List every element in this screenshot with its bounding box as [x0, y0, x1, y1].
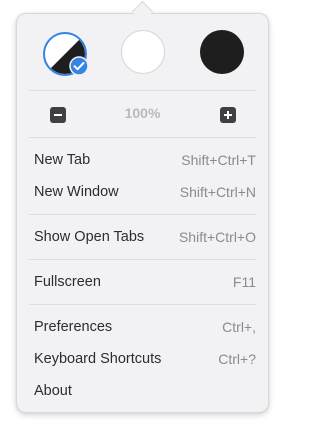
- menu-item-label: Keyboard Shortcuts: [34, 351, 162, 367]
- menu-item-shortcut: Ctrl+,: [222, 319, 256, 335]
- zoom-out-button[interactable]: [50, 107, 66, 123]
- menu-item-label: About: [34, 383, 72, 399]
- divider: [29, 304, 256, 305]
- divider: [29, 90, 256, 91]
- theme-light-button[interactable]: [121, 30, 165, 74]
- menu-item-new-window[interactable]: New Window Shift+Ctrl+N: [25, 177, 260, 207]
- divider: [29, 259, 256, 260]
- theme-light-swatch-icon: [121, 30, 165, 74]
- menu-item-shortcut: Shift+Ctrl+T: [181, 152, 256, 168]
- menu-item-new-tab[interactable]: New Tab Shift+Ctrl+T: [25, 145, 260, 175]
- theme-selector: [17, 30, 268, 76]
- menu-item-shortcut: Shift+Ctrl+N: [179, 184, 256, 200]
- theme-dark-swatch-icon: [200, 30, 244, 74]
- menu-item-shortcut: F11: [232, 274, 256, 290]
- menu-item-preferences[interactable]: Preferences Ctrl+,: [25, 312, 260, 342]
- divider: [29, 137, 256, 138]
- menu-item-label: New Tab: [34, 152, 91, 168]
- menu-item-keyboard-shortcuts[interactable]: Keyboard Shortcuts Ctrl+?: [25, 344, 260, 374]
- menu-item-fullscreen[interactable]: Fullscreen F11: [25, 267, 260, 297]
- menu-item-shortcut: Shift+Ctrl+O: [178, 229, 256, 245]
- selected-check-icon: [69, 56, 89, 76]
- menu-item-label: Preferences: [34, 319, 113, 335]
- divider: [29, 214, 256, 215]
- zoom-level[interactable]: 100%: [97, 105, 188, 121]
- theme-dark-button[interactable]: [200, 30, 244, 74]
- menu-item-show-open-tabs[interactable]: Show Open Tabs Shift+Ctrl+O: [25, 222, 260, 252]
- zoom-controls: 100%: [17, 102, 268, 128]
- menu-item-shortcut: Ctrl+?: [218, 351, 256, 367]
- menu-item-label: Show Open Tabs: [34, 229, 145, 245]
- menu-item-label: Fullscreen: [34, 274, 101, 290]
- zoom-in-button[interactable]: [220, 107, 236, 123]
- menu-item-about[interactable]: About: [25, 376, 260, 406]
- menu-item-label: New Window: [34, 184, 119, 200]
- main-menu-popover: 100% New Tab Shift+Ctrl+T New Window Shi…: [16, 13, 269, 413]
